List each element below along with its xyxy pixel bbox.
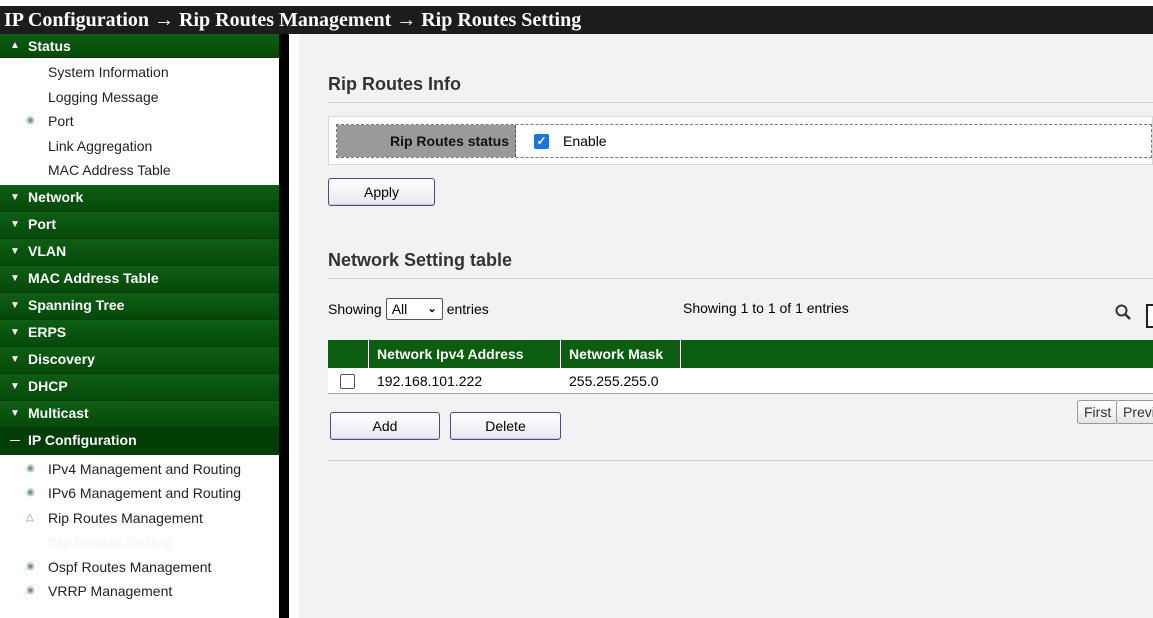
chevron-down-icon: ▼ (10, 354, 20, 365)
table-header: Network Ipv4 Address Network Mask (328, 340, 1153, 368)
table-info: Showing 1 to 1 of 1 entries (683, 300, 849, 316)
sidebar-item-link-aggregation[interactable]: Link Aggregation (0, 134, 279, 159)
status-submenu: System Information Logging Message ◉ Por… (0, 58, 279, 185)
rip-status-panel: Rip Routes status ✓ Enable (328, 116, 1153, 165)
sidebar: ▲ Status System Information Logging Mess… (0, 34, 289, 618)
chevron-down-icon: ▼ (10, 381, 20, 392)
divider (328, 460, 1153, 461)
chevron-down-icon: ▼ (10, 273, 20, 284)
chevron-down-icon: ▼ (10, 300, 20, 311)
search-icon (1115, 304, 1131, 320)
collapse-minus-icon: — (10, 435, 20, 446)
sidebar-item-vrrp-management[interactable]: ◉ VRRP Management (0, 579, 279, 604)
sidebar-item-system-information[interactable]: System Information (0, 60, 279, 85)
sidebar-item-port[interactable]: ◉ Port (0, 109, 279, 134)
enable-checkbox[interactable]: ✓ (534, 134, 549, 149)
apply-button[interactable]: Apply (328, 178, 435, 206)
column-network-mask[interactable]: Network Mask (561, 340, 681, 368)
sidebar-section-vlan[interactable]: ▼ VLAN (0, 238, 279, 266)
section-title-rip-routes-info: Rip Routes Info (328, 74, 461, 94)
ip-configuration-submenu: ◉ IPv4 Management and Routing ◉ IPv6 Man… (0, 455, 279, 606)
divider (328, 102, 1153, 103)
cell-network-address: 192.168.101.222 (377, 373, 483, 389)
column-network-ipv4-address[interactable]: Network Ipv4 Address (369, 340, 561, 368)
chevron-down-icon: ▼ (10, 246, 20, 257)
sidebar-section-port[interactable]: ▼ Port (0, 211, 279, 239)
network-setting-table: Network Ipv4 Address Network Mask 192.16… (328, 340, 1153, 394)
collapse-bullet-icon: △ (26, 511, 34, 523)
previous-page-button[interactable]: Previous (1116, 400, 1153, 424)
expand-bullet-icon: ◉ (26, 487, 35, 498)
sidebar-section-discovery[interactable]: ▼ Discovery (0, 346, 279, 374)
enable-label: Enable (563, 133, 607, 149)
expand-bullet-icon: ◉ (26, 115, 35, 126)
sidebar-section-spanning-tree[interactable]: ▼ Spanning Tree (0, 292, 279, 320)
column-empty (681, 340, 1153, 368)
sidebar-item-ospf-routes-management[interactable]: ◉ Ospf Routes Management (0, 555, 279, 580)
row-checkbox[interactable] (340, 374, 355, 389)
showing-suffix: entries (446, 301, 489, 317)
divider (328, 278, 1153, 279)
first-page-button[interactable]: First (1077, 400, 1119, 424)
table-row: 192.168.101.222 255.255.255.0 (328, 368, 1153, 394)
sidebar-section-erps[interactable]: ▼ ERPS (0, 319, 279, 347)
rip-status-label: Rip Routes status (337, 125, 516, 157)
search-input[interactable] (1146, 304, 1153, 328)
sidebar-item-logging-message[interactable]: Logging Message (0, 85, 279, 110)
sidebar-section-mac-address-table[interactable]: ▼ MAC Address Table (0, 265, 279, 293)
sidebar-item-mac-address-table[interactable]: MAC Address Table (0, 158, 279, 183)
expand-bullet-icon: ◉ (26, 560, 35, 572)
sidebar-item-rip-routes-setting[interactable]: Rip Routes Setting (0, 530, 279, 555)
sidebar-section-multicast[interactable]: ▼ Multicast (0, 400, 279, 428)
main-content: Rip Routes Info Rip Routes status ✓ Enab… (299, 34, 1153, 618)
select-all-column (328, 340, 369, 368)
chevron-down-icon: ▼ (10, 408, 20, 419)
showing-prefix: Showing (328, 301, 382, 317)
sidebar-section-ip-configuration[interactable]: — IP Configuration (0, 427, 279, 455)
sidebar-section-network[interactable]: ▼ Network (0, 184, 279, 212)
expand-bullet-icon: ◉ (26, 585, 35, 596)
delete-button[interactable]: Delete (450, 412, 561, 440)
section-title-network-setting-table: Network Setting table (328, 250, 513, 270)
expand-bullet-icon: ◉ (26, 462, 35, 474)
page-size-select[interactable]: All ⌄ (385, 298, 443, 320)
sidebar-item-ipv4-management[interactable]: ◉ IPv4 Management and Routing (0, 457, 279, 482)
sidebar-item-ipv6-management[interactable]: ◉ IPv6 Management and Routing (0, 481, 279, 506)
chevron-down-icon: ▼ (10, 327, 20, 338)
header-bar: IP Configuration → Rip Routes Management… (0, 0, 1153, 36)
rip-status-row: Rip Routes status ✓ Enable (336, 124, 1152, 158)
sidebar-section-status[interactable]: ▲ Status (0, 34, 279, 58)
breadcrumb: IP Configuration → Rip Routes Management… (0, 6, 1153, 34)
cell-network-mask: 255.255.255.0 (569, 373, 659, 389)
page-size-control: Showing All ⌄ entries (328, 298, 489, 320)
add-button[interactable]: Add (330, 412, 440, 440)
sidebar-item-rip-routes-management[interactable]: △ Rip Routes Management (0, 506, 279, 531)
chevron-down-icon: ▼ (10, 219, 20, 230)
chevron-up-icon: ▲ (10, 39, 20, 51)
chevron-down-icon: ⌄ (427, 303, 437, 315)
chevron-down-icon: ▼ (10, 192, 20, 203)
sidebar-section-dhcp[interactable]: ▼ DHCP (0, 373, 279, 401)
